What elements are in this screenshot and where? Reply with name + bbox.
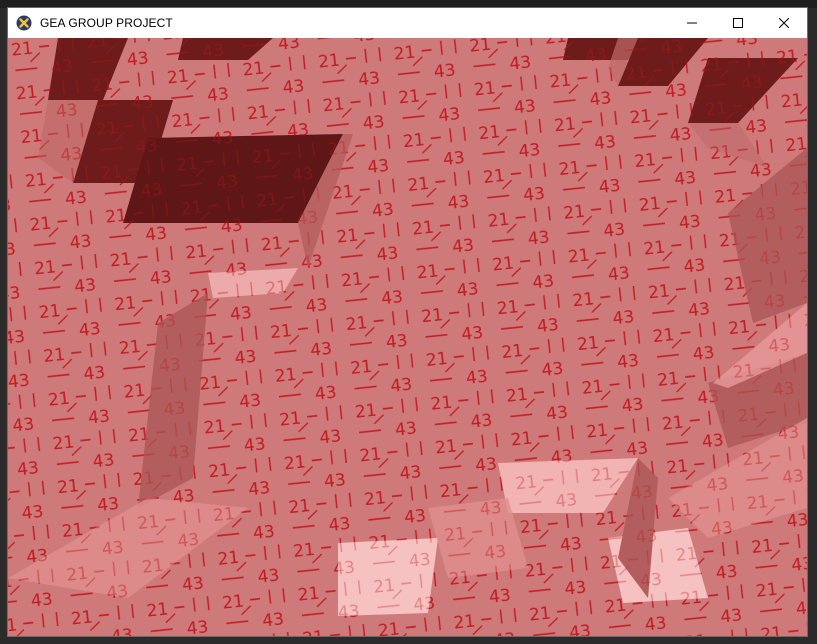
minimize-button[interactable]: [669, 8, 715, 38]
app-window: GEA GROUP PROJECT 21 43: [7, 7, 808, 637]
close-button[interactable]: [761, 8, 807, 38]
minimize-icon: [687, 22, 697, 24]
game-viewport[interactable]: 21 43: [8, 38, 807, 636]
surface-texture-overlay: [8, 38, 807, 636]
title-bar[interactable]: GEA GROUP PROJECT: [8, 8, 807, 38]
maximize-button[interactable]: [715, 8, 761, 38]
x-logo-icon: [16, 15, 32, 31]
close-icon: [779, 18, 789, 28]
maximize-icon: [733, 18, 743, 28]
window-controls: [669, 8, 807, 38]
window-title: GEA GROUP PROJECT: [40, 16, 173, 30]
